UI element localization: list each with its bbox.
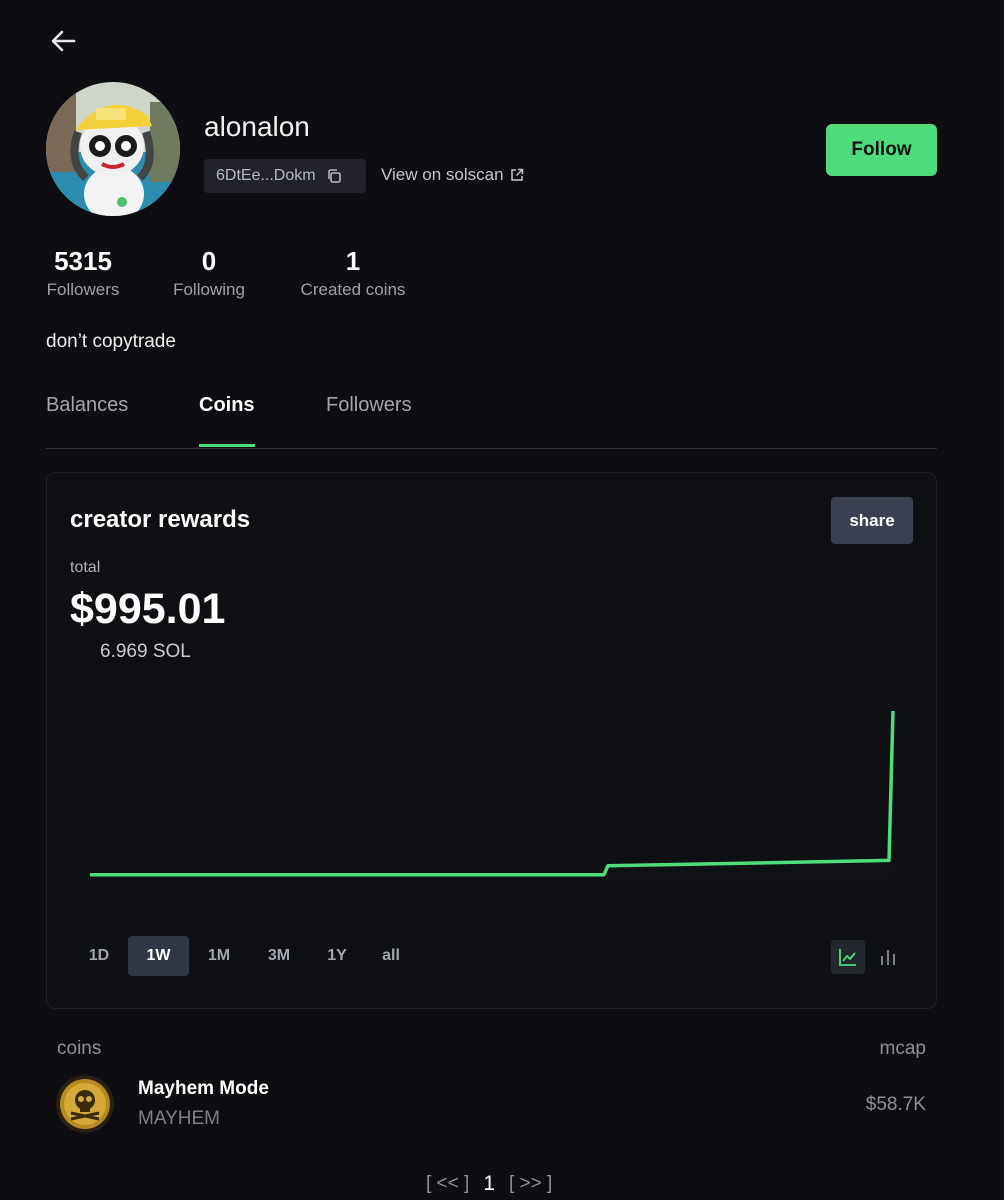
chart-series-line: [90, 710, 895, 877]
username: alonalon: [204, 111, 310, 142]
bar-chart-icon: [881, 950, 895, 965]
avatar: [46, 82, 180, 216]
active-tab-indicator: [199, 444, 255, 447]
stat-label: Followers: [46, 280, 120, 299]
range-all[interactable]: all: [373, 936, 409, 976]
stat-following[interactable]: 0 Following: [172, 244, 246, 300]
copy-icon[interactable]: [326, 168, 342, 184]
stat-value: 0: [201, 246, 217, 276]
coin-name: Mayhem Mode: [138, 1078, 269, 1099]
range-1d[interactable]: 1D: [81, 936, 117, 976]
range-1y[interactable]: 1Y: [319, 936, 355, 976]
tab-coins[interactable]: Coins: [199, 394, 255, 417]
line-chart-toggle[interactable]: [831, 940, 865, 974]
coin-ticker: MAYHEM: [138, 1108, 220, 1129]
follow-button[interactable]: Follow: [826, 124, 937, 176]
stat-value: 5315: [54, 246, 112, 276]
stat-label: Created coins: [300, 280, 406, 299]
range-1m[interactable]: 1M: [199, 936, 239, 976]
creator-rewards-card: creator rewards share total $995.01 6.96…: [46, 472, 937, 1009]
coin-mcap: $58.7K: [865, 1094, 926, 1115]
current-page: 1: [483, 1172, 495, 1195]
profile-page: alonalon 6DtEe...Dokm View on solscan Fo…: [0, 0, 1004, 1200]
stat-created-coins[interactable]: 1 Created coins: [298, 244, 408, 300]
bar-chart-toggle[interactable]: [871, 940, 905, 974]
wallet-address-copy[interactable]: 6DtEe...Dokm: [204, 159, 366, 193]
back-arrow-icon[interactable]: [48, 26, 78, 56]
next-page-button[interactable]: [ >> ]: [509, 1173, 552, 1195]
range-3m[interactable]: 3M: [259, 936, 299, 976]
pagination: [ << ] 1 [ >> ]: [426, 1172, 552, 1196]
range-1w[interactable]: 1W: [128, 936, 189, 976]
stat-followers[interactable]: 5315 Followers: [46, 244, 120, 300]
line-chart-icon: [839, 949, 856, 966]
mcap-column-header: mcap: [879, 1038, 926, 1059]
solscan-label: View on solscan: [381, 165, 504, 184]
view-on-solscan-link[interactable]: View on solscan: [381, 165, 524, 185]
coins-column-header: coins: [57, 1038, 102, 1059]
profile-bio: don’t copytrade: [46, 331, 176, 352]
tab-followers[interactable]: Followers: [326, 394, 412, 417]
profile-tabs: Balances Coins Followers: [46, 380, 937, 449]
tab-balances[interactable]: Balances: [46, 394, 128, 417]
wallet-address: 6DtEe...Dokm: [216, 167, 316, 184]
rewards-line-chart: [90, 710, 895, 891]
stat-value: 1: [345, 246, 361, 276]
coin-skull-icon: [56, 1075, 114, 1133]
stat-label: Following: [173, 280, 245, 299]
avatar-image: [46, 82, 180, 216]
prev-page-button[interactable]: [ << ]: [426, 1173, 469, 1195]
coin-row[interactable]: Mayhem Mode MAYHEM $58.7K: [46, 1072, 937, 1136]
external-link-icon: [510, 168, 523, 181]
